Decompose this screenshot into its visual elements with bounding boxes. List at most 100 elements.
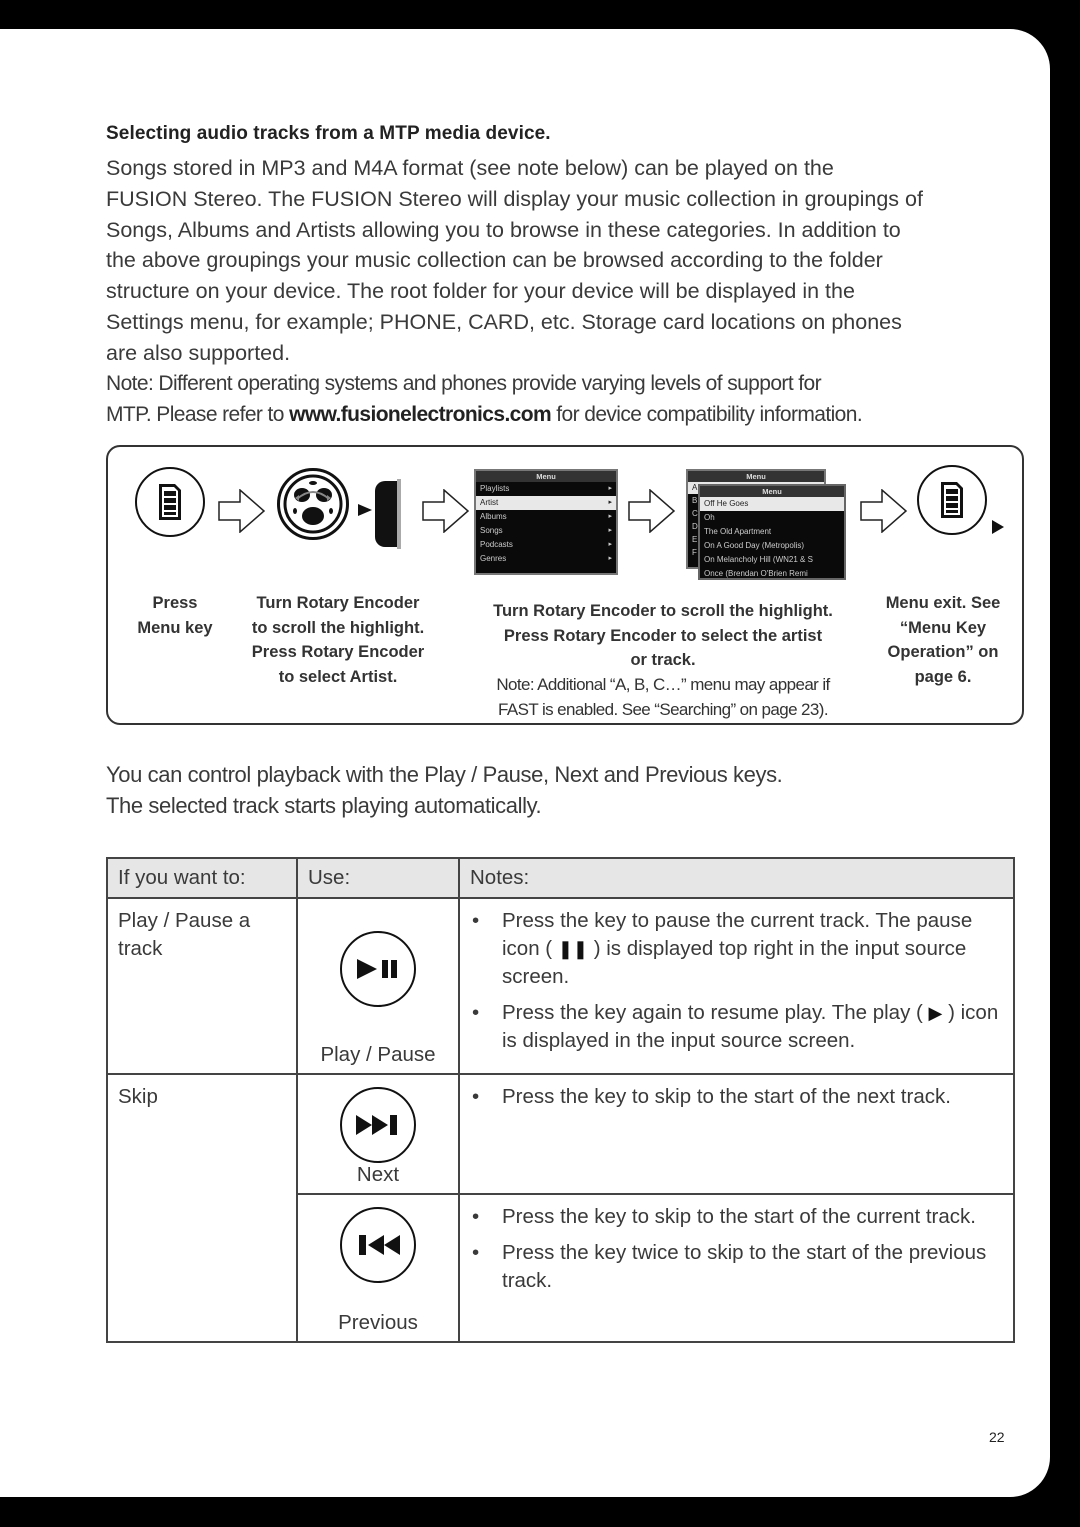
track-list-screen: Menu Off He Goes Oh The Old Apartment On…	[698, 484, 846, 580]
key-cell: Next	[296, 1073, 460, 1195]
caption-line: Menu exit. See	[885, 594, 1001, 612]
previous-track-icon	[340, 1207, 416, 1283]
arrow-right-icon	[860, 489, 908, 533]
intro-line: FUSION Stereo. The FUSION Stereo will di…	[106, 186, 923, 211]
website-link[interactable]: www.fusionelectronics.com	[289, 403, 552, 426]
note-bullet: • Press the key again to resume play. Th…	[470, 999, 1003, 1055]
menu-item[interactable]: Songs ▸	[476, 524, 616, 538]
track-item[interactable]: Once (Brendan O'Brien Remi	[700, 567, 844, 578]
caption-line: Menu key	[137, 618, 213, 637]
track-item[interactable]: Oh	[700, 511, 844, 525]
caption-line: or track.	[630, 651, 696, 669]
menu-screen: Menu Playlists ▸ Artist ▸ Albums ▸ Songs ▸ P…	[474, 469, 618, 575]
caption-line: Press	[152, 594, 198, 612]
chevron-right-icon: ▸	[608, 527, 612, 534]
note-text: Press the key to skip to the start of th…	[502, 1085, 951, 1108]
menu-item[interactable]: Genres ▸	[476, 552, 616, 566]
caption-line: “Menu Key	[899, 618, 987, 637]
menu-item-label: Albums	[480, 512, 507, 521]
menu-key-icon	[917, 465, 987, 535]
chevron-right-icon: ▸	[608, 541, 612, 548]
menu-key-icon	[135, 467, 205, 537]
chevron-right-icon: ▸	[608, 555, 612, 562]
track-item-selected[interactable]: Off He Goes	[700, 497, 844, 511]
menu-item[interactable]: Playlists ▸	[476, 482, 616, 496]
column-header: Notes:	[458, 857, 1015, 899]
pointer-icon	[358, 504, 372, 516]
play-icon: ▶	[928, 1003, 943, 1023]
arrow-right-icon	[422, 489, 470, 533]
key-cell: Previous	[296, 1193, 460, 1343]
track-item[interactable]: On A Good Day (Metropolis)	[700, 539, 844, 553]
key-cell: Play / Pause	[296, 897, 460, 1075]
note-text: for device compatibility information.	[551, 402, 863, 426]
bullet-dot: •	[472, 1241, 480, 1264]
playback-intro: You can control playback with the Play /…	[106, 760, 1006, 821]
note-bullet: • Press the key twice to skip to the sta…	[470, 1239, 1003, 1295]
table-row: Play / Pause a track Play / Pause • Pres…	[106, 897, 1015, 1075]
section-heading: Selecting audio tracks from a MTP media …	[106, 123, 551, 144]
bullet-dot: •	[472, 909, 480, 932]
note-bullet: • Press the key to skip to the start of …	[470, 1083, 1003, 1111]
bullet-dot: •	[472, 1205, 480, 1228]
caption-line: Turn Rotary Encoder	[256, 594, 420, 612]
track-item[interactable]: On Melancholy Hill (WN21 & S	[700, 553, 844, 567]
intro-line: the above groupings your music collectio…	[106, 248, 883, 273]
playback-line: The selected track starts playing automa…	[106, 792, 542, 818]
intro-line: Songs stored in MP3 and M4A format (see …	[106, 156, 834, 180]
page-number: 22	[989, 1429, 1005, 1445]
menu-item-label: Artist	[480, 498, 499, 507]
screen-title: Menu	[700, 486, 844, 497]
note-bullet: • Press the key to skip to the start of …	[470, 1203, 1003, 1231]
playback-keys-table: If you want to: Use: Notes: Play / Pause…	[106, 857, 1015, 1343]
menu-item-label: Genres	[480, 554, 507, 563]
screen-title: Menu	[688, 471, 824, 482]
table-row: Skip Next • Press the key to skip to the…	[106, 1073, 1015, 1343]
notes-cell: • Press the key to pause the current tra…	[458, 897, 1015, 1075]
column-header: If you want to:	[106, 857, 298, 899]
play-pause-icon	[340, 931, 416, 1007]
caption-line: to select Artist.	[278, 667, 398, 686]
menu-item[interactable]: Podcasts ▸	[476, 538, 616, 552]
chevron-right-icon: ▸	[608, 513, 612, 520]
menu-item[interactable]: Albums ▸	[476, 510, 616, 524]
intro-line: Songs, Albums and Artists allowing you t…	[106, 217, 901, 242]
key-label: Play / Pause	[320, 1043, 436, 1066]
menu-navigation-diagram: Menu Playlists ▸ Artist ▸ Albums ▸ Songs ▸ P…	[106, 445, 1024, 725]
menu-item-label: Playlists	[480, 484, 510, 493]
note-bullet: • Press the key to pause the current tra…	[470, 907, 1003, 991]
caption-line: Note: Additional “A, B, C…” menu may app…	[496, 675, 830, 694]
caption-line: FAST is enabled. See “Searching” on page…	[498, 699, 829, 719]
caption-line: Press Rotary Encoder	[251, 643, 425, 661]
bullet-dot: •	[472, 1085, 480, 1108]
intro-paragraph: Songs stored in MP3 and M4A format (see …	[106, 153, 1006, 369]
pointer-icon	[992, 520, 1004, 534]
caption-step3: Turn Rotary Encoder to scroll the highli…	[458, 599, 868, 673]
playback-line: You can control playback with the Play /…	[106, 762, 783, 787]
arrow-right-icon	[218, 489, 266, 533]
rotary-encoder-icon	[277, 468, 349, 540]
pause-icon: ❚❚	[557, 939, 588, 959]
column-header: Use:	[296, 857, 460, 899]
notes-cell: • Press the key to skip to the start of …	[458, 1073, 1015, 1195]
note-text: MTP. Please refer to	[106, 402, 290, 426]
encoder-knob-icon	[375, 481, 397, 547]
chevron-right-icon: ▸	[608, 485, 612, 492]
encoder-knob-edge	[397, 479, 401, 549]
caption-step2: Turn Rotary Encoder to scroll the highli…	[236, 591, 440, 689]
caption-step4: Menu exit. See “Menu Key Operation” on p…	[868, 591, 1018, 689]
chevron-right-icon: ▸	[608, 499, 612, 506]
note-text: Press the key twice to skip to the start…	[502, 1241, 987, 1292]
intro-line: structure on your device. The root folde…	[106, 279, 855, 304]
bullet-dot: •	[472, 1001, 480, 1024]
caption-step3-note: Note: Additional “A, B, C…” menu may app…	[458, 673, 868, 722]
caption-line: Turn Rotary Encoder to scroll the highli…	[493, 602, 833, 620]
arrow-right-icon	[628, 489, 676, 533]
action-cell: Skip	[106, 1073, 298, 1343]
notes-cell: • Press the key to skip to the start of …	[458, 1193, 1015, 1343]
menu-item-selected[interactable]: Artist ▸	[476, 496, 616, 510]
compatibility-note: Note: Different operating systems and ph…	[106, 369, 1026, 431]
track-item[interactable]: The Old Apartment	[700, 525, 844, 539]
intro-line: Settings menu, for example; PHONE, CARD,…	[106, 309, 902, 334]
caption-line: page 6.	[914, 667, 972, 686]
